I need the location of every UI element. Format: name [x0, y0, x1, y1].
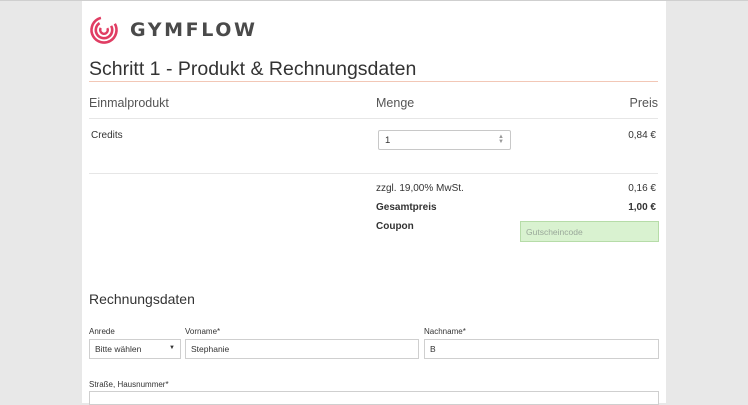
total-value: 1,00 € [628, 202, 656, 213]
column-header-product: Einmalprodukt [89, 96, 169, 110]
street-label: Straße, Hausnummer* [89, 380, 169, 389]
coupon-label: Coupon [376, 221, 414, 232]
product-price: 0,84 € [628, 130, 656, 141]
coupon-input[interactable]: Gutscheincode [520, 221, 659, 242]
salutation-label: Anrede [89, 327, 115, 336]
first-name-label: Vorname* [185, 327, 221, 336]
gymflow-logo-icon [90, 16, 118, 44]
last-name-field[interactable]: B [424, 339, 659, 359]
total-label: Gesamtpreis [376, 202, 437, 213]
coupon-placeholder: Gutscheincode [526, 226, 583, 237]
brand-name: GYMFLOW [130, 19, 258, 41]
salutation-select[interactable]: Bitte wählen ▼ [89, 339, 181, 359]
vat-value: 0,16 € [628, 183, 656, 194]
billing-section-title: Rechnungsdaten [89, 291, 195, 307]
table-divider [89, 118, 658, 119]
column-header-quantity: Menge [376, 96, 415, 110]
table-divider [89, 173, 658, 174]
step-title: Schritt 1 - Produkt & Rechnungsdaten [89, 58, 417, 80]
last-name-value: B [430, 344, 436, 354]
spinner-arrows-icon[interactable]: ▲ ▼ [498, 134, 504, 145]
first-name-value: Stephanie [191, 344, 230, 354]
salutation-value: Bitte wählen [95, 344, 142, 354]
last-name-label: Nachname* [424, 327, 466, 336]
quantity-value: 1 [385, 134, 391, 146]
vat-label: zzgl. 19,00% MwSt. [376, 183, 464, 194]
title-divider [89, 81, 658, 82]
checkout-page: GYMFLOW Schritt 1 - Produkt & Rechnungsd… [82, 1, 666, 405]
chevron-down-icon: ▼ [169, 345, 175, 351]
brand-logo[interactable]: GYMFLOW [89, 14, 258, 46]
product-name: Credits [91, 130, 123, 141]
quantity-stepper[interactable]: 1 ▲ ▼ [378, 130, 511, 150]
column-header-price: Preis [629, 96, 658, 110]
first-name-field[interactable]: Stephanie [185, 339, 419, 359]
